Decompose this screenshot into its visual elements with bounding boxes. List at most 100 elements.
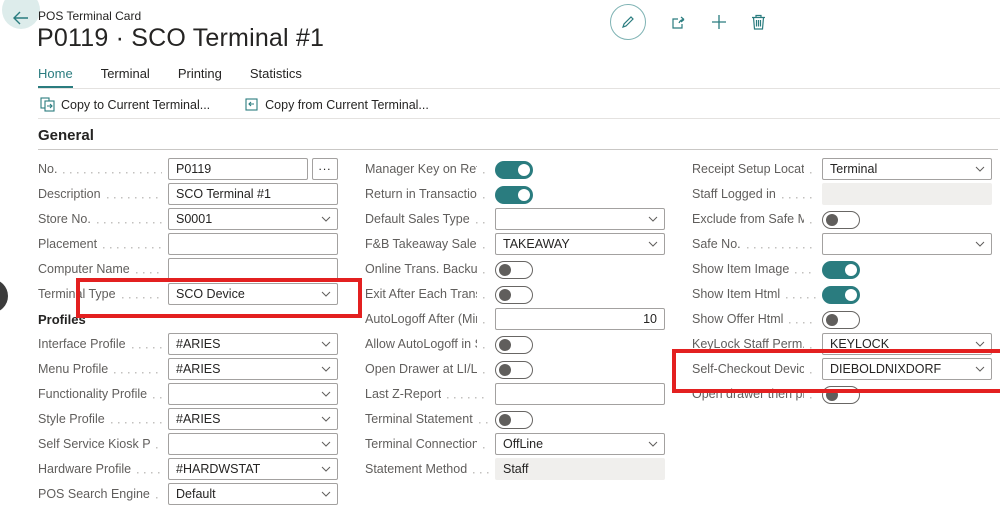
style-profile-label: Style Profile <box>38 412 105 426</box>
exclude-safe-toggle[interactable] <box>822 211 860 229</box>
copy-to-current-terminal-button[interactable]: Copy to Current Terminal... <box>40 97 210 112</box>
dot-leader <box>483 293 489 301</box>
menu-profile-select[interactable]: #ARIES <box>168 358 338 380</box>
field-row-pos-search-engine: POS Search Engine Default <box>38 483 338 505</box>
breadcrumb-caption: POS Terminal Card <box>38 9 141 23</box>
pos-search-engine-select[interactable]: Default <box>168 483 338 505</box>
placement-input[interactable] <box>168 233 338 255</box>
dot-leader <box>810 218 816 226</box>
chevron-down-icon <box>321 341 331 347</box>
dot-leader <box>810 343 816 351</box>
dot-leader <box>483 168 489 176</box>
terminal-connection-label: Terminal Connection <box>365 437 477 451</box>
field-row-exit-after: Exit After Each Trans. <box>365 283 665 305</box>
dot-leader <box>137 468 162 476</box>
field-row-show-item-image: Show Item Image <box>692 258 992 280</box>
dot-leader <box>810 368 816 376</box>
terminal-connection-select[interactable]: OffLine <box>495 433 665 455</box>
dot-leader <box>111 418 162 426</box>
dot-leader <box>103 243 162 251</box>
delete-button[interactable] <box>751 14 766 30</box>
copy-to-label: Copy to Current Terminal... <box>61 98 210 112</box>
online-backup-toggle[interactable] <box>495 261 533 279</box>
sco-device-type-select[interactable]: DIEBOLDNIXDORF <box>822 358 992 380</box>
dot-leader <box>156 443 162 451</box>
edit-button[interactable] <box>610 4 646 40</box>
allow-autologoff-toggle[interactable] <box>495 336 533 354</box>
share-icon <box>670 14 687 31</box>
default-sales-type-select[interactable] <box>495 208 665 230</box>
last-z-report-input[interactable] <box>495 383 665 405</box>
chevron-down-icon <box>975 366 985 372</box>
kiosk-profile-label: Self Service Kiosk Profile... <box>38 437 150 451</box>
description-input[interactable] <box>168 183 338 205</box>
back-button[interactable] <box>2 0 40 29</box>
return-in-trans-toggle[interactable] <box>495 186 533 204</box>
no-label: No. <box>38 162 57 176</box>
online-backup-label: Online Trans. Backup <box>365 262 477 276</box>
terminal-statement-label: Terminal Statement <box>365 412 473 426</box>
field-row-safe-no: Safe No. <box>692 233 992 255</box>
dot-leader <box>114 368 162 376</box>
last-z-report-label: Last Z-Report <box>365 387 441 401</box>
exit-after-toggle[interactable] <box>495 286 533 304</box>
hardware-profile-select[interactable]: #HARDWSTAT <box>168 458 338 480</box>
dot-leader <box>97 218 162 226</box>
chevron-down-icon <box>321 391 331 397</box>
terminal-statement-toggle[interactable] <box>495 411 533 429</box>
field-row-show-item-html: Show Item Html <box>692 283 992 305</box>
field-row-autologoff: AutoLogoff After (Min.) <box>365 308 665 330</box>
terminal-type-select[interactable]: SCO Device <box>168 283 338 305</box>
show-offer-html-toggle[interactable] <box>822 311 860 329</box>
chevron-down-icon <box>321 216 331 222</box>
functionality-profile-label: Functionality Profile <box>38 387 147 401</box>
open-drawer-lilo-toggle[interactable] <box>495 361 533 379</box>
field-row-staff-logged-in: Staff Logged in <box>692 183 992 205</box>
keylock-select[interactable]: KEYLOCK <box>822 333 992 355</box>
column-2: Manager Key on Return Return in Transact… <box>365 158 665 483</box>
page-title: P0119 · SCO Terminal #1 <box>37 24 324 53</box>
chevron-down-icon <box>321 441 331 447</box>
share-button[interactable] <box>670 14 687 31</box>
hardware-profile-label: Hardware Profile <box>38 462 131 476</box>
copy-from-current-terminal-button[interactable]: Copy from Current Terminal... <box>244 97 429 112</box>
dot-leader <box>810 393 816 401</box>
open-drawer-print-label: Open drawer then print <box>692 387 804 401</box>
field-row-fnb-takeaway: F&B Takeaway Sales Type TAKEAWAY <box>365 233 665 255</box>
style-profile-select[interactable]: #ARIES <box>168 408 338 430</box>
interface-profile-select[interactable]: #ARIES <box>168 333 338 355</box>
chevron-down-icon <box>321 366 331 372</box>
fnb-takeaway-select[interactable]: TAKEAWAY <box>495 233 665 255</box>
store-no-label: Store No. <box>38 212 91 226</box>
kiosk-profile-select[interactable] <box>168 433 338 455</box>
tab-printing[interactable]: Printing <box>178 66 222 88</box>
open-drawer-print-toggle[interactable] <box>822 386 860 404</box>
statement-method-label: Statement Method <box>365 462 467 476</box>
show-item-html-label: Show Item Html <box>692 287 780 301</box>
dot-leader <box>153 393 162 401</box>
chevron-down-icon <box>321 491 331 497</box>
new-button[interactable] <box>711 14 727 30</box>
default-sales-type-label: Default Sales Type <box>365 212 470 226</box>
tab-home[interactable]: Home <box>38 66 73 88</box>
safe-no-select[interactable] <box>822 233 992 255</box>
field-row-return-in-trans: Return in Transaction <box>365 183 665 205</box>
screen-edge-dot <box>0 279 8 313</box>
profiles-subsection-title: Profiles <box>38 308 338 330</box>
no-input[interactable] <box>168 158 308 180</box>
field-row-computer-name: Computer Name <box>38 258 338 280</box>
store-no-select[interactable]: S0001 <box>168 208 338 230</box>
field-row-default-sales-type: Default Sales Type <box>365 208 665 230</box>
computer-name-input[interactable] <box>168 258 338 280</box>
manager-key-toggle[interactable] <box>495 161 533 179</box>
receipt-setup-select[interactable]: Terminal <box>822 158 992 180</box>
show-item-html-toggle[interactable] <box>822 286 860 304</box>
functionality-profile-select[interactable] <box>168 383 338 405</box>
no-assist-edit-button[interactable]: ... <box>312 158 338 180</box>
chevron-down-icon <box>321 416 331 422</box>
show-item-image-toggle[interactable] <box>822 261 860 279</box>
autologoff-input[interactable] <box>495 308 665 330</box>
tab-terminal[interactable]: Terminal <box>101 66 150 88</box>
tab-statistics[interactable]: Statistics <box>250 66 302 88</box>
dot-leader <box>473 468 489 476</box>
